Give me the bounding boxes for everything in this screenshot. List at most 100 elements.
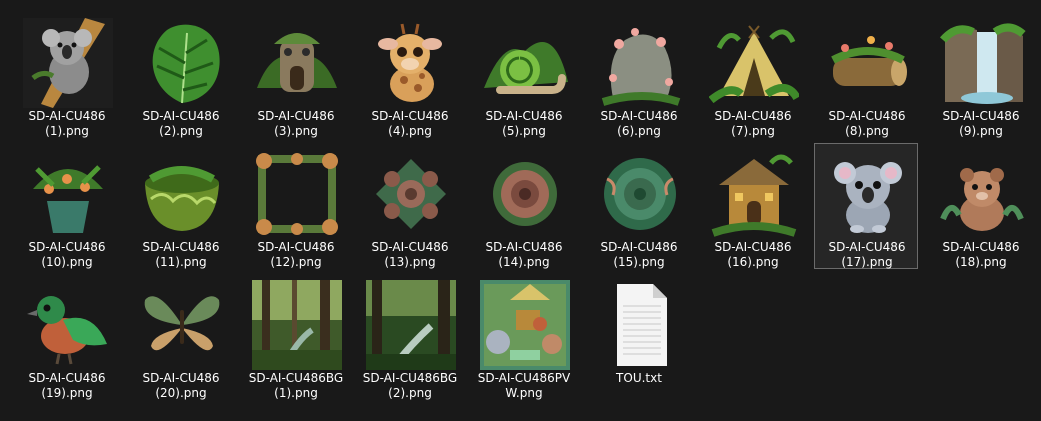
file-item[interactable]: SD-AI-CU486 (7).png bbox=[700, 12, 804, 138]
file-name-line: (10).png bbox=[41, 255, 93, 269]
file-item[interactable]: SD-AI-CU486 (13).png bbox=[357, 143, 461, 269]
file-name-label: SD-AI-CU486BG (2).png bbox=[358, 371, 462, 401]
file-name-line: SD-AI-CU486 bbox=[485, 109, 563, 123]
monstera-leaf-icon bbox=[137, 18, 227, 108]
file-item[interactable]: SD-AI-CU486 (12).png bbox=[243, 143, 347, 269]
file-name-label: SD-AI-CU486 (16).png bbox=[701, 240, 805, 270]
snail-icon bbox=[480, 18, 570, 108]
file-name-line: SD-AI-CU486 bbox=[828, 240, 906, 254]
file-name-label: SD-AI-CU486 (4).png bbox=[358, 109, 462, 139]
text-document-icon bbox=[595, 280, 685, 370]
file-name-line: (2).png bbox=[159, 124, 203, 138]
teepee-tent-icon bbox=[709, 18, 799, 108]
file-item[interactable]: SD-AI-CU486 (6).png bbox=[586, 12, 690, 138]
file-item[interactable]: SD-AI-CU486 (17).png bbox=[814, 143, 918, 269]
file-item[interactable]: SD-AI-CU486 (18).png bbox=[928, 143, 1032, 269]
file-name-line: (9).png bbox=[959, 124, 1003, 138]
file-name-line: (6).png bbox=[617, 124, 661, 138]
file-item[interactable]: SD-AI-CU486 (19).png bbox=[14, 274, 118, 400]
file-item[interactable]: SD-AI-CU486BG (1).png bbox=[243, 274, 347, 400]
file-name-line: SD-AI-CU486 bbox=[142, 371, 220, 385]
file-item[interactable]: SD-AI-CU486 (4).png bbox=[357, 12, 461, 138]
file-name-label: SD-AI-CU486 (2).png bbox=[129, 109, 233, 139]
koala-on-branch-icon bbox=[23, 18, 113, 108]
file-name-label: SD-AI-CU486 (17).png bbox=[815, 240, 919, 270]
file-name-line: SD-AI-CU486PV bbox=[477, 371, 571, 385]
file-item[interactable]: SD-AI-CU486BG (2).png bbox=[357, 274, 461, 400]
waterfall-icon bbox=[937, 18, 1027, 108]
file-name-line: SD-AI-CU486 bbox=[714, 109, 792, 123]
file-name-label: SD-AI-CU486 (12).png bbox=[244, 240, 348, 270]
file-item[interactable]: SD-AI-CU486 (1).png bbox=[14, 12, 118, 138]
file-name-label: SD-AI-CU486PV W.png bbox=[472, 371, 576, 401]
file-name-line: SD-AI-CU486 bbox=[371, 109, 449, 123]
treehouse-icon bbox=[709, 149, 799, 239]
file-name-line: (19).png bbox=[41, 386, 93, 400]
file-name-label: SD-AI-CU486 (6).png bbox=[587, 109, 691, 139]
file-name-line: (5).png bbox=[502, 124, 546, 138]
file-name-line: (1).png bbox=[45, 124, 89, 138]
file-name-line: SD-AI-CU486 bbox=[28, 371, 106, 385]
file-item[interactable]: SD-AI-CU486 (3).png bbox=[243, 12, 347, 138]
file-name-label: SD-AI-CU486 (7).png bbox=[701, 109, 805, 139]
rose-cluster-icon bbox=[366, 149, 456, 239]
baby-giraffe-icon bbox=[366, 18, 456, 108]
file-name-label: SD-AI-CU486 (11).png bbox=[129, 240, 233, 270]
file-name-line: (18).png bbox=[955, 255, 1007, 269]
file-item[interactable]: SD-AI-CU486 (15).png bbox=[586, 143, 690, 269]
file-item[interactable]: SD-AI-CU486 (11).png bbox=[128, 143, 232, 269]
file-item[interactable]: SD-AI-CU486 (16).png bbox=[700, 143, 804, 269]
forest-stream-icon bbox=[366, 280, 456, 370]
file-name-line: SD-AI-CU486 bbox=[485, 240, 563, 254]
file-item[interactable]: SD-AI-CU486 (8).png bbox=[814, 12, 918, 138]
rose-icon bbox=[480, 149, 570, 239]
file-name-label: SD-AI-CU486 (3).png bbox=[244, 109, 348, 139]
file-name-line: SD-AI-CU486 bbox=[142, 240, 220, 254]
file-name-label: SD-AI-CU486 (19).png bbox=[15, 371, 119, 401]
file-name-line: (8).png bbox=[845, 124, 889, 138]
file-name-label: SD-AI-CU486 (20).png bbox=[129, 371, 233, 401]
file-item[interactable]: SD-AI-CU486 (9).png bbox=[928, 12, 1032, 138]
file-name-line: SD-AI-CU486 bbox=[600, 240, 678, 254]
file-item[interactable]: TOU.txt bbox=[586, 274, 690, 400]
file-item[interactable]: SD-AI-CU486 (10).png bbox=[14, 143, 118, 269]
file-name-label: SD-AI-CU486 (18).png bbox=[929, 240, 1033, 270]
file-name-line: SD-AI-CU486 bbox=[257, 240, 335, 254]
file-name-label: SD-AI-CU486 (14).png bbox=[472, 240, 576, 270]
file-name-line: TOU.txt bbox=[616, 371, 662, 385]
preview-collage-icon bbox=[480, 280, 570, 370]
file-name-line: (15).png bbox=[613, 255, 665, 269]
sitting-koala-icon bbox=[823, 149, 913, 239]
file-name-label: SD-AI-CU486 (10).png bbox=[15, 240, 119, 270]
file-name-line: (17).png bbox=[841, 255, 893, 269]
file-name-line: SD-AI-CU486BG bbox=[362, 371, 458, 385]
flowered-rock-icon bbox=[595, 18, 685, 108]
file-item[interactable]: SD-AI-CU486 (20).png bbox=[128, 274, 232, 400]
file-name-line: SD-AI-CU486 bbox=[714, 240, 792, 254]
file-name-line: SD-AI-CU486 bbox=[142, 109, 220, 123]
file-name-label: SD-AI-CU486 (8).png bbox=[815, 109, 919, 139]
file-name-line: (4).png bbox=[388, 124, 432, 138]
file-name-line: SD-AI-CU486BG bbox=[248, 371, 344, 385]
green-rose-icon bbox=[595, 149, 685, 239]
file-item[interactable]: SD-AI-CU486 (14).png bbox=[471, 143, 575, 269]
file-grid: SD-AI-CU486 (1).png SD-AI-CU486 (2).png SD… bbox=[0, 0, 1041, 421]
butterfly-icon bbox=[137, 280, 227, 370]
file-name-line: (14).png bbox=[498, 255, 550, 269]
file-name-line: (3).png bbox=[274, 124, 318, 138]
file-name-line: (13).png bbox=[384, 255, 436, 269]
file-name-line: (12).png bbox=[270, 255, 322, 269]
file-item[interactable]: SD-AI-CU486PV W.png bbox=[471, 274, 575, 400]
file-item[interactable]: SD-AI-CU486 (5).png bbox=[471, 12, 575, 138]
forest-background-icon bbox=[252, 280, 342, 370]
file-name-label: SD-AI-CU486 (5).png bbox=[472, 109, 576, 139]
file-name-line: SD-AI-CU486 bbox=[942, 109, 1020, 123]
file-name-line: SD-AI-CU486 bbox=[257, 109, 335, 123]
file-item[interactable]: SD-AI-CU486 (2).png bbox=[128, 12, 232, 138]
green-bowl-icon bbox=[137, 149, 227, 239]
file-name-label: TOU.txt bbox=[587, 371, 691, 386]
jungle-hut-icon bbox=[252, 18, 342, 108]
file-name-line: W.png bbox=[505, 386, 543, 400]
leaf-frame-icon bbox=[252, 149, 342, 239]
file-name-line: (11).png bbox=[155, 255, 207, 269]
